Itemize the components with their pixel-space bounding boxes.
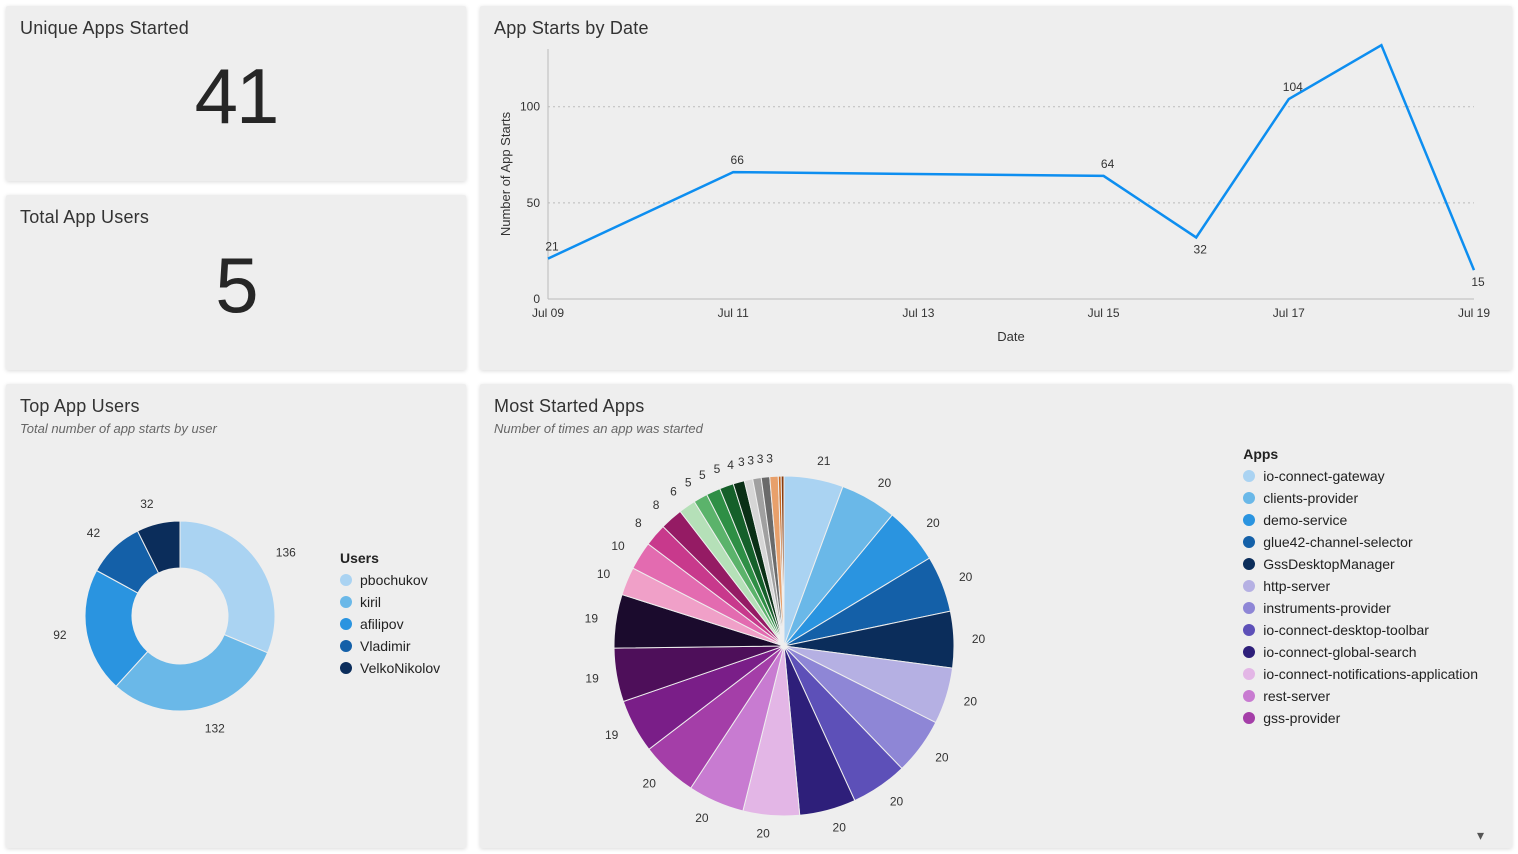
donut-legend: pbochukov kiril afilipov Vladimir VelkoNikol… [340, 572, 440, 676]
donut-chart-title: Top App Users [20, 396, 452, 417]
pie-chart-title: Most Started Apps [494, 396, 1498, 417]
svg-text:20: 20 [959, 570, 973, 584]
svg-text:5: 5 [685, 475, 692, 489]
pie-legend-title: Apps [1243, 446, 1478, 462]
svg-text:19: 19 [585, 611, 599, 625]
legend-item[interactable]: afilipov [340, 616, 440, 632]
kpi-unique-apps-value: 41 [20, 51, 452, 142]
legend-item[interactable]: GssDesktopManager [1243, 556, 1478, 572]
legend-item[interactable]: io-connect-gateway [1243, 468, 1478, 484]
line-chart-tile: App Starts by Date 0 50 100 Jul 09 Jul 11 Jul… [480, 6, 1512, 370]
svg-text:20: 20 [833, 821, 847, 835]
dashboard-grid: Unique Apps Started 41 App Starts by Dat… [0, 0, 1518, 854]
svg-text:20: 20 [890, 794, 904, 808]
svg-text:132: 132 [205, 721, 225, 735]
svg-text:64: 64 [1101, 157, 1115, 171]
svg-text:0: 0 [533, 292, 540, 306]
line-chart: 0 50 100 Jul 09 Jul 11 Jul 13 Jul 15 Jul 17 Jul … [494, 39, 1494, 359]
svg-text:3: 3 [747, 453, 754, 467]
svg-text:Jul 17: Jul 17 [1273, 306, 1305, 320]
svg-text:8: 8 [635, 516, 642, 530]
legend-item[interactable]: VelkoNikolov [340, 660, 440, 676]
pie-chart-tile: Most Started Apps Number of times an app… [480, 384, 1512, 848]
donut-chart: 136 132 92 42 32 [20, 466, 320, 766]
svg-text:Jul 09: Jul 09 [532, 306, 564, 320]
svg-text:Jul 11: Jul 11 [718, 306, 749, 320]
svg-text:3: 3 [766, 451, 773, 465]
kpi-total-users-title: Total App Users [20, 207, 452, 228]
svg-text:20: 20 [935, 751, 949, 765]
svg-text:6: 6 [670, 485, 677, 499]
svg-text:21: 21 [817, 454, 831, 468]
legend-item[interactable]: io-connect-desktop-toolbar [1243, 622, 1478, 638]
donut-chart-tile: Top App Users Total number of app starts… [6, 384, 466, 848]
kpi-unique-apps-title: Unique Apps Started [20, 18, 452, 39]
svg-text:Jul 15: Jul 15 [1088, 306, 1120, 320]
pie-chart-subtitle: Number of times an app was started [494, 421, 1498, 436]
svg-text:66: 66 [731, 153, 745, 167]
svg-text:8: 8 [653, 498, 660, 512]
legend-item[interactable]: gss-provider [1243, 710, 1478, 726]
svg-text:10: 10 [611, 539, 625, 553]
svg-text:100: 100 [520, 100, 540, 114]
svg-text:20: 20 [878, 476, 892, 490]
legend-item[interactable]: demo-service [1243, 512, 1478, 528]
svg-text:92: 92 [53, 628, 67, 642]
svg-text:20: 20 [972, 632, 986, 646]
legend-item[interactable]: pbochukov [340, 572, 440, 588]
svg-text:20: 20 [926, 516, 940, 530]
legend-item[interactable]: kiril [340, 594, 440, 610]
svg-text:19: 19 [585, 671, 599, 685]
svg-text:20: 20 [964, 694, 978, 708]
svg-text:3: 3 [757, 452, 764, 466]
svg-text:20: 20 [756, 826, 770, 840]
svg-text:21: 21 [545, 240, 559, 254]
svg-text:32: 32 [1194, 242, 1208, 256]
svg-text:15: 15 [1471, 275, 1485, 289]
legend-item[interactable]: glue42-channel-selector [1243, 534, 1478, 550]
svg-text:Jul 19: Jul 19 [1458, 306, 1490, 320]
legend-item[interactable]: http-server [1243, 578, 1478, 594]
legend-item[interactable]: Vladimir [340, 638, 440, 654]
donut-chart-subtitle: Total number of app starts by user [20, 421, 452, 436]
svg-text:20: 20 [643, 777, 657, 791]
donut-legend-title: Users [340, 550, 440, 566]
pie-legend: io-connect-gateway clients-provider demo-s… [1243, 468, 1478, 726]
svg-text:4: 4 [727, 458, 734, 472]
svg-text:Jul 13: Jul 13 [902, 306, 934, 320]
legend-item[interactable]: io-connect-global-search [1243, 644, 1478, 660]
svg-text:3: 3 [738, 455, 745, 469]
line-chart-title: App Starts by Date [494, 18, 1498, 39]
svg-text:20: 20 [695, 811, 709, 825]
kpi-unique-apps-tile: Unique Apps Started 41 [6, 6, 466, 181]
svg-text:Date: Date [997, 329, 1024, 344]
chevron-down-icon[interactable]: ▾ [1477, 827, 1484, 844]
svg-text:50: 50 [527, 196, 541, 210]
svg-text:19: 19 [605, 728, 619, 742]
legend-item[interactable]: rest-server [1243, 688, 1478, 704]
svg-text:32: 32 [140, 497, 154, 511]
svg-text:104: 104 [1283, 80, 1303, 94]
svg-text:5: 5 [714, 462, 721, 476]
legend-item[interactable]: io-connect-notifications-application [1243, 666, 1478, 682]
pie-chart: 2120202020202020202020201919191010886555… [494, 446, 1054, 846]
legend-item[interactable]: instruments-provider [1243, 600, 1478, 616]
kpi-total-users-value: 5 [20, 240, 452, 331]
svg-text:42: 42 [87, 526, 101, 540]
svg-text:5: 5 [699, 468, 706, 482]
svg-text:10: 10 [597, 567, 611, 581]
kpi-total-users-tile: Total App Users 5 [6, 195, 466, 370]
svg-text:132: 132 [1375, 39, 1395, 40]
svg-text:136: 136 [276, 545, 296, 559]
svg-text:Number of App Starts: Number of App Starts [498, 111, 513, 236]
legend-item[interactable]: clients-provider [1243, 490, 1478, 506]
